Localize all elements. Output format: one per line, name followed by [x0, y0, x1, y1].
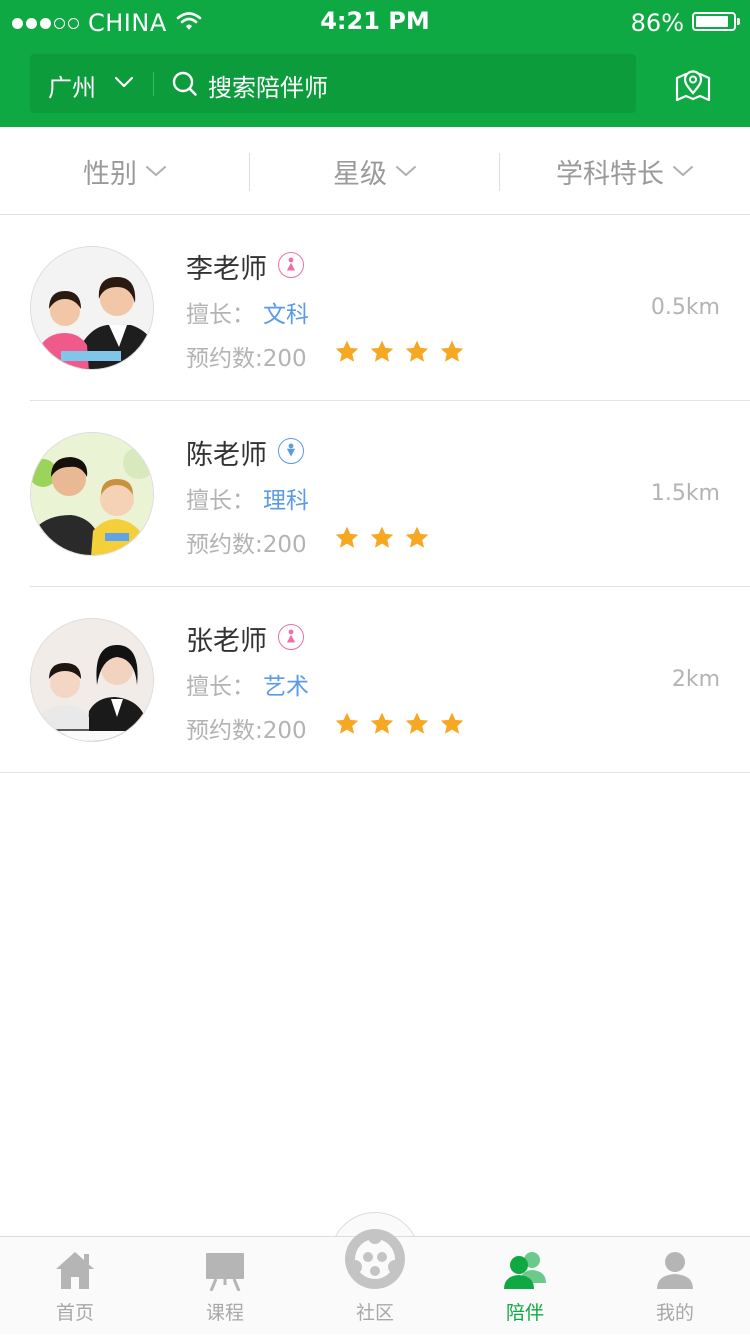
booking-count: 预约数:200: [186, 346, 307, 372]
chevron-down-icon: [673, 166, 693, 177]
search-input[interactable]: 搜索陪伴师: [208, 68, 328, 103]
tab-label: 陪伴: [505, 1302, 544, 1324]
teacher-name: 张老师: [186, 626, 267, 657]
teacher-list: 李老师 擅长： 文科 预约数:200 0.5km 陈老师 擅长： 理科 预约数:…: [0, 215, 750, 773]
teacher-skill: 擅长： 艺术: [186, 667, 309, 701]
teacher-skill: 擅长： 文科: [186, 295, 309, 329]
filter-subject[interactable]: 学科特长: [500, 127, 750, 215]
star-icon: [335, 712, 359, 734]
star-icon: [405, 526, 429, 548]
home-icon: [56, 1252, 94, 1289]
distance: 2km: [671, 667, 720, 692]
community-icon[interactable]: [343, 1227, 407, 1291]
map-location-icon[interactable]: [670, 62, 716, 108]
booking-count: 预约数:200: [186, 718, 307, 744]
tab-companion[interactable]: 陪伴: [450, 1237, 600, 1335]
male-icon: [278, 438, 304, 464]
status-bar: CHINA 4:21 PM 86%: [0, 0, 750, 44]
star-icon: [440, 340, 464, 362]
tab-label: 课程: [205, 1302, 244, 1324]
battery-percent: 86%: [630, 9, 684, 37]
booking-count: 预约数:200: [186, 532, 307, 558]
distance: 0.5km: [650, 295, 720, 320]
skill-label: 擅长：: [186, 302, 255, 328]
filter-gender[interactable]: 性别: [0, 127, 250, 215]
tab-label: 我的: [655, 1302, 694, 1324]
filter-bar: 性别 星级 学科特长: [0, 127, 750, 215]
teacher-skill: 擅长： 理科: [186, 481, 309, 515]
chevron-down-icon: [396, 166, 416, 177]
avatar: [30, 246, 154, 370]
star-icon: [370, 526, 394, 548]
tab-profile[interactable]: 我的: [600, 1237, 750, 1335]
female-icon: [278, 624, 304, 650]
city-selector[interactable]: 广州: [48, 68, 96, 103]
star-icon: [440, 712, 464, 734]
chevron-down-icon[interactable]: [114, 76, 134, 88]
star-icon: [370, 712, 394, 734]
star-rating: [334, 339, 474, 365]
avatar: [30, 432, 154, 556]
profile-icon: [657, 1252, 693, 1289]
skill-label: 擅长：: [186, 488, 255, 514]
star-icon: [405, 712, 429, 734]
teacher-row[interactable]: 陈老师 擅长： 理科 预约数:200 1.5km: [0, 401, 750, 587]
app-header: CHINA 4:21 PM 86% 广州 搜索陪伴师: [0, 0, 750, 127]
battery-icon: [692, 12, 740, 31]
female-icon: [278, 252, 304, 278]
avatar: [30, 618, 154, 742]
search-divider: [153, 72, 154, 96]
course-icon: [206, 1253, 244, 1291]
teacher-name: 陈老师: [186, 440, 267, 471]
chevron-down-icon: [146, 166, 166, 177]
skill-value[interactable]: 文科: [263, 302, 309, 328]
skill-value[interactable]: 艺术: [263, 674, 309, 700]
tab-label: 社区: [355, 1302, 394, 1324]
filter-label: 学科特长: [556, 158, 664, 190]
skill-value[interactable]: 理科: [263, 488, 309, 514]
teacher-row[interactable]: 李老师 擅长： 文科 预约数:200 0.5km: [0, 215, 750, 401]
companion-icon: [504, 1252, 546, 1289]
star-icon: [335, 340, 359, 362]
star-rating: [334, 711, 474, 737]
distance: 1.5km: [650, 481, 720, 506]
search-bar: 广州 搜索陪伴师: [30, 54, 636, 113]
filter-label: 性别: [83, 158, 137, 190]
search-icon: [172, 71, 197, 96]
tab-label: 首页: [55, 1302, 94, 1324]
tab-home[interactable]: 首页: [0, 1237, 150, 1335]
star-icon: [370, 340, 394, 362]
row-divider: [0, 772, 750, 773]
filter-label: 星级: [333, 158, 387, 190]
teacher-name: 李老师: [186, 254, 267, 285]
filter-rating[interactable]: 星级: [250, 127, 500, 215]
skill-label: 擅长：: [186, 674, 255, 700]
star-icon: [335, 526, 359, 548]
star-rating: [334, 525, 439, 551]
star-icon: [405, 340, 429, 362]
teacher-row[interactable]: 张老师 擅长： 艺术 预约数:200 2km: [0, 587, 750, 773]
tab-course[interactable]: 课程: [150, 1237, 300, 1335]
